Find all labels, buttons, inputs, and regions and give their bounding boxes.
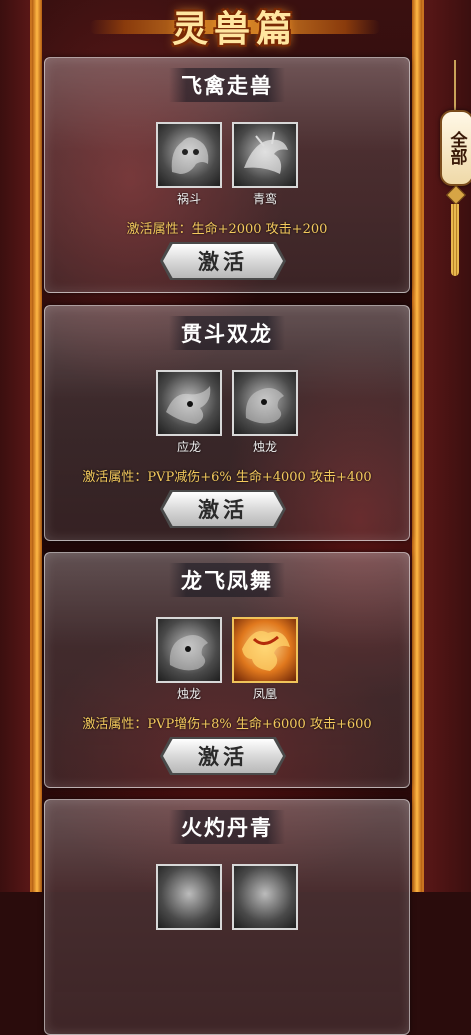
left-gold-frame (32, 0, 42, 892)
beast-name: 烛龙 (252, 440, 277, 454)
beast-name: 烛龙 (176, 687, 201, 701)
beast-portrait-icon (156, 864, 222, 930)
filter-tab-all[interactable]: 全部 (440, 110, 471, 186)
huodou-portrait-icon (156, 122, 222, 188)
beast-slot[interactable]: 祸斗 (156, 122, 222, 207)
beast-slot[interactable] (156, 864, 222, 930)
combo-card: 龙飞凤舞 烛龙 凤凰 激活属性：PVP增伤+8% 生命+6000 攻击+600 … (44, 552, 410, 788)
activate-button[interactable]: 激活 (163, 739, 283, 773)
beast-slot[interactable]: 青鸾 (232, 122, 298, 207)
activate-button[interactable]: 激活 (163, 492, 283, 526)
combo-card: 火灼丹青 (44, 799, 410, 1035)
beast-slot[interactable]: 烛龙 (232, 370, 298, 455)
tassel-icon (451, 204, 459, 276)
beast-name: 凤凰 (252, 687, 277, 701)
activation-attributes: 激活属性：生命+2000 攻击+200 (126, 222, 328, 237)
activation-attributes: 激活属性：PVP减伤+6% 生命+4000 攻击+400 (82, 470, 372, 485)
combo-card: 飞禽走兽 祸斗 青鸾 激活属性：生命+2000 攻击+200 激活 (44, 57, 410, 293)
left-border (0, 0, 32, 892)
qingluan-portrait-icon (232, 122, 298, 188)
activate-button[interactable]: 激活 (163, 244, 283, 278)
zhulong-portrait-icon (156, 617, 222, 683)
page-title: 灵兽篇 (171, 8, 298, 50)
combo-card: 贯斗双龙 应龙 烛龙 激活属性：PVP减伤+6% 生命+4000 攻击+400 … (44, 305, 410, 541)
zhulong-portrait-icon (232, 370, 298, 436)
beast-slot[interactable]: 凤凰 (232, 617, 298, 702)
tab-cord (454, 60, 456, 110)
beast-name: 祸斗 (176, 192, 201, 206)
yinglong-portrait-icon (156, 370, 222, 436)
card-title: 龙飞凤舞 (169, 563, 285, 597)
beast-slot[interactable]: 烛龙 (156, 617, 222, 702)
card-title: 贯斗双龙 (169, 316, 285, 350)
beast-name: 青鸾 (252, 192, 277, 206)
card-title: 飞禽走兽 (169, 68, 285, 102)
card-title: 火灼丹青 (169, 810, 285, 844)
beast-portrait-icon (232, 864, 298, 930)
beast-name: 应龙 (176, 440, 201, 454)
beast-slot[interactable]: 应龙 (156, 370, 222, 455)
activation-attributes: 激活属性：PVP增伤+8% 生命+6000 攻击+600 (82, 717, 372, 732)
fenghuang-portrait-icon (232, 617, 298, 683)
title-banner: 灵兽篇 (90, 0, 380, 52)
beast-slot[interactable] (232, 864, 298, 930)
right-gold-frame (412, 0, 422, 892)
